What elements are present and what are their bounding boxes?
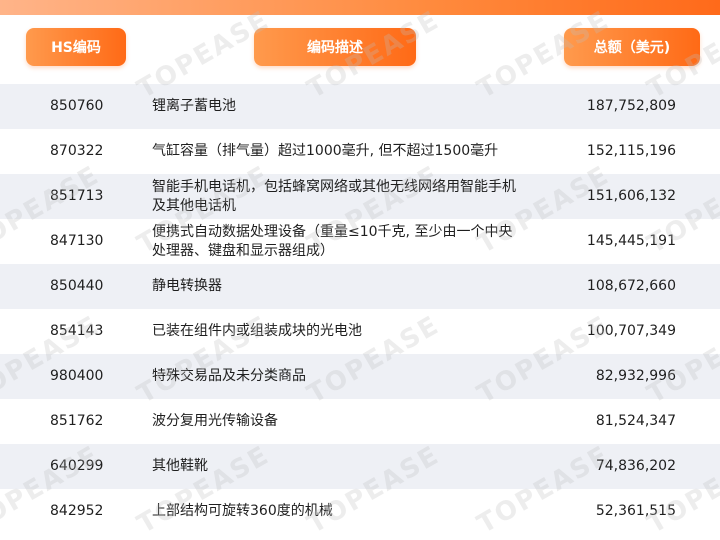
total-cell: 152,115,196 [586, 143, 676, 159]
description-line: 处理器、键盘和显示器组成） [152, 242, 334, 259]
hs-code-cell: 870322 [50, 143, 104, 159]
column-header-hs-code: HS编码 [26, 28, 126, 66]
description-cell: 其他鞋靴 [152, 444, 552, 489]
hs-code-cell: 851762 [50, 413, 104, 429]
total-cell: 187,752,809 [586, 98, 676, 114]
hs-code-cell: 842952 [50, 503, 104, 519]
description-cell: 气缸容量（排气量）超过1000毫升, 但不超过1500毫升 [152, 129, 552, 174]
description-line: 其他鞋靴 [152, 458, 208, 474]
description-line: 智能手机电话机，包括蜂窝网络或其他无线网络用智能手机 [152, 178, 516, 195]
description-line: 特殊交易品及未分类商品 [152, 368, 306, 384]
description-line: 气缸容量（排气量）超过1000毫升, 但不超过1500毫升 [152, 143, 499, 159]
table-row: 980400 特殊交易品及未分类商品 82,932,996 [0, 354, 720, 399]
table-row: 850440 静电转换器 108,672,660 [0, 264, 720, 309]
description-line: 及其他电话机 [152, 197, 236, 214]
table-row: 842952 上部结构可旋转360度的机械 52,361,515 [0, 489, 720, 534]
hs-code-cell: 850760 [50, 98, 104, 114]
table-row: 640299 其他鞋靴 74,836,202 [0, 444, 720, 489]
hs-code-cell: 851713 [50, 188, 104, 204]
total-cell: 82,932,996 [595, 368, 676, 384]
description-cell: 上部结构可旋转360度的机械 [152, 489, 552, 534]
description-cell: 便携式自动数据处理设备（重量≤10千克, 至少由一个中央 处理器、键盘和显示器组成… [152, 219, 552, 264]
column-header-hs-code-label: HS编码 [51, 40, 101, 56]
table-row: 847130 便携式自动数据处理设备（重量≤10千克, 至少由一个中央 处理器、键盘… [0, 219, 720, 264]
total-cell: 108,672,660 [586, 278, 676, 294]
column-header-description-label: 编码描述 [307, 40, 363, 56]
table-row: 851713 智能手机电话机，包括蜂窝网络或其他无线网络用智能手机 及其他电话机 15… [0, 174, 720, 219]
table-row: 854143 已装在组件内或组装成块的光电池 100,707,349 [0, 309, 720, 354]
description-line: 上部结构可旋转360度的机械 [152, 503, 333, 519]
description-cell: 已装在组件内或组装成块的光电池 [152, 309, 552, 354]
trade-table: 850760 锂离子蓄电池 187,752,809 870322 气缸容量（排气量）超过… [0, 84, 720, 534]
total-cell: 52,361,515 [595, 503, 676, 519]
hs-code-cell: 640299 [50, 458, 104, 474]
description-line: 已装在组件内或组装成块的光电池 [152, 323, 362, 339]
description-cell: 特殊交易品及未分类商品 [152, 354, 552, 399]
column-header-description: 编码描述 [254, 28, 416, 66]
description-cell: 波分复用光传输设备 [152, 399, 552, 444]
table-row: 850760 锂离子蓄电池 187,752,809 [0, 84, 720, 129]
hs-code-cell: 854143 [50, 323, 104, 339]
table-row: 870322 气缸容量（排气量）超过1000毫升, 但不超过1500毫升 152,1… [0, 129, 720, 174]
description-line: 波分复用光传输设备 [152, 413, 278, 429]
total-cell: 81,524,347 [595, 413, 676, 429]
total-cell: 151,606,132 [586, 188, 676, 204]
description-cell: 静电转换器 [152, 264, 552, 309]
hs-code-cell: 850440 [50, 278, 104, 294]
total-cell: 145,445,191 [586, 233, 676, 249]
description-line: 静电转换器 [152, 278, 222, 294]
column-header-total-label: 总额（美元) [593, 40, 671, 56]
description-cell: 锂离子蓄电池 [152, 84, 552, 129]
hs-code-cell: 847130 [50, 233, 104, 249]
description-line: 锂离子蓄电池 [152, 98, 236, 114]
hs-code-cell: 980400 [50, 368, 104, 384]
total-cell: 74,836,202 [595, 458, 676, 474]
table-row: 851762 波分复用光传输设备 81,524,347 [0, 399, 720, 444]
top-accent-strip [0, 0, 720, 15]
total-cell: 100,707,349 [586, 323, 676, 339]
description-line: 便携式自动数据处理设备（重量≤10千克, 至少由一个中央 [152, 223, 513, 240]
description-cell: 智能手机电话机，包括蜂窝网络或其他无线网络用智能手机 及其他电话机 [152, 174, 552, 219]
column-header-total: 总额（美元) [564, 28, 700, 66]
